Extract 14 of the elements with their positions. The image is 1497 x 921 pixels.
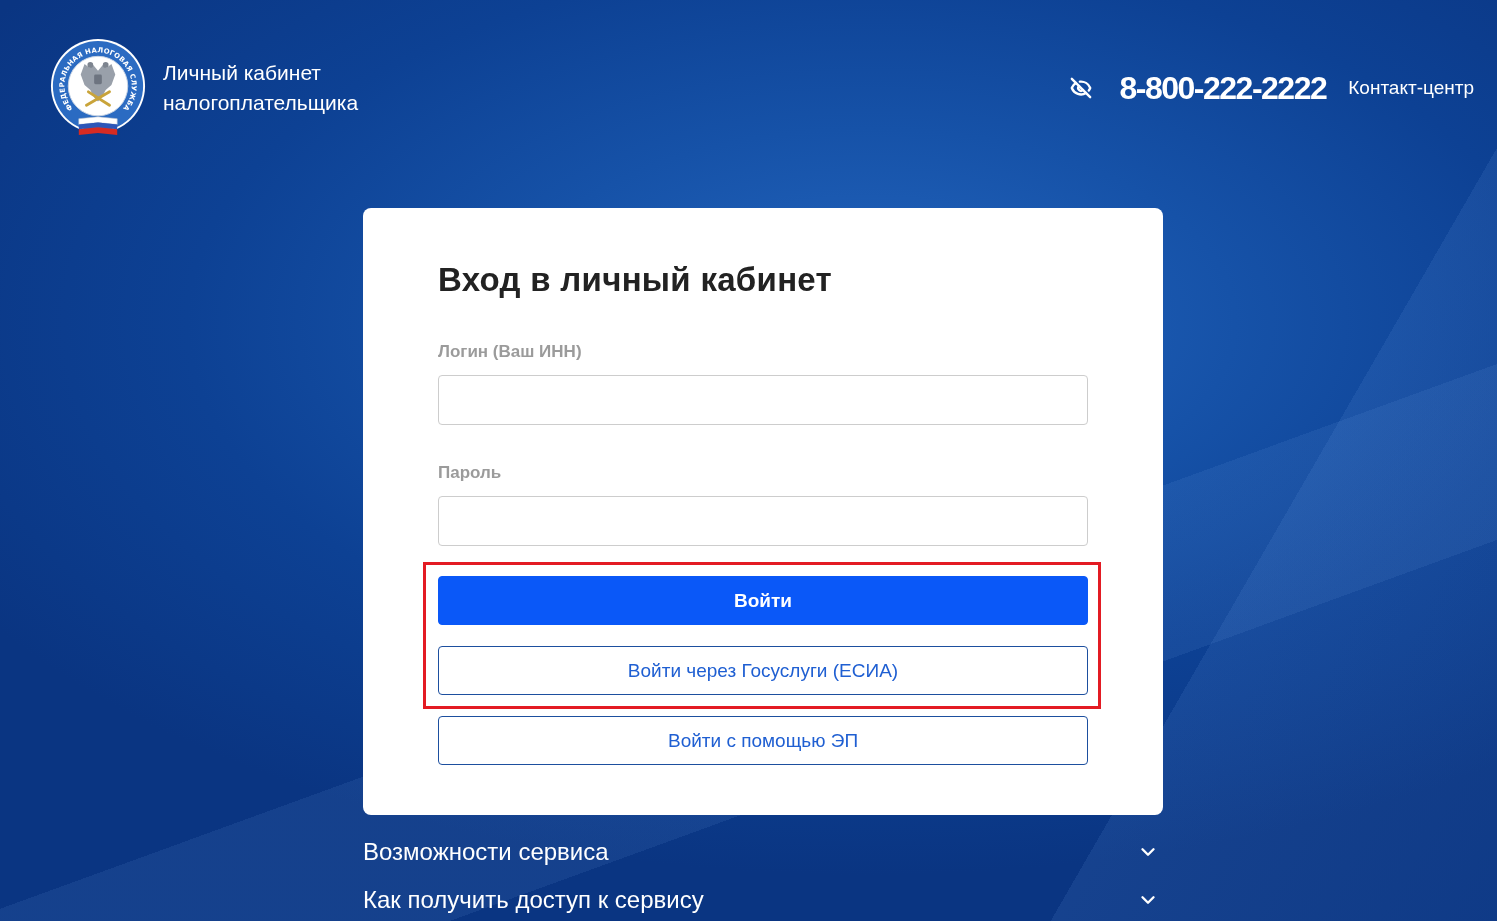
- contact-center-label: Контакт-центр: [1348, 77, 1474, 99]
- eye-off-icon[interactable]: [1069, 77, 1092, 99]
- accordion-header[interactable]: Как получить доступ к сервису: [363, 876, 1163, 921]
- input-field[interactable]: [438, 375, 1088, 425]
- accordion-header[interactable]: Возможности сервиса: [363, 828, 1163, 876]
- cabinet-title: Личный кабинет налогоплательщика: [163, 60, 360, 116]
- outline-button[interactable]: Войти через Госуслуги (ЕСИА): [438, 646, 1088, 695]
- card-title: Вход в личный кабинет: [438, 260, 834, 300]
- input-field[interactable]: [438, 496, 1088, 546]
- outline-button[interactable]: Войти с помощью ЭП: [438, 716, 1088, 765]
- primary-button[interactable]: Войти: [438, 576, 1088, 625]
- phone-number-link[interactable]: 8-800-222-2222: [1119, 69, 1327, 107]
- field-label: Пароль: [438, 463, 503, 483]
- field-label: Логин (Ваш ИНН): [438, 342, 583, 362]
